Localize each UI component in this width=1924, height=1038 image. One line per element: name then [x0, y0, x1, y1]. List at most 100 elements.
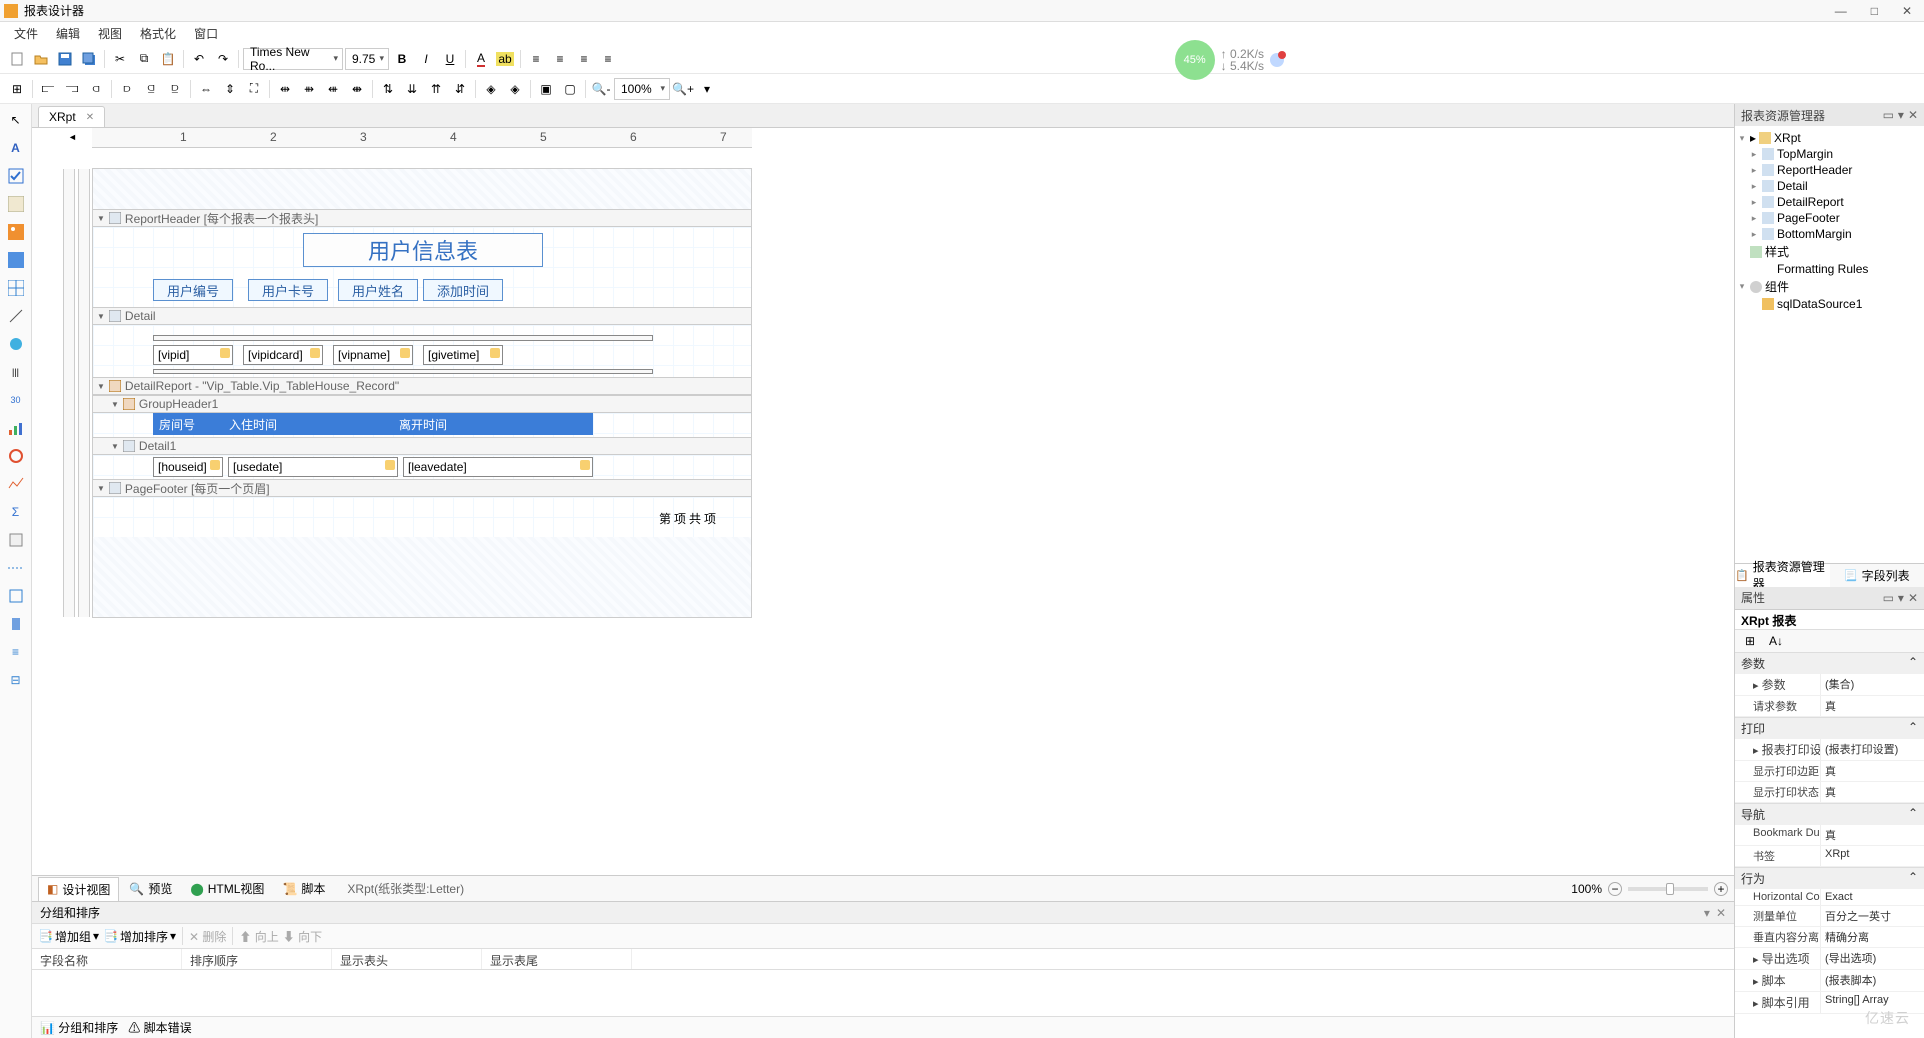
tab-report-explorer[interactable]: 📋 报表资源管理器: [1735, 564, 1830, 587]
align-center-button[interactable]: ≡: [549, 48, 571, 70]
line-tool[interactable]: [4, 304, 28, 328]
property-object[interactable]: XRpt 报表: [1735, 610, 1924, 630]
vspace-dec-button[interactable]: ⇈: [425, 78, 447, 100]
col-sortorder[interactable]: 排序顺序: [182, 949, 332, 969]
copy-button[interactable]: ⧉: [133, 48, 155, 70]
cut-button[interactable]: ✂: [109, 48, 131, 70]
tab-group-sort[interactable]: 📊 分组和排序: [40, 1019, 118, 1036]
zoom-out-button[interactable]: 🔍-: [590, 78, 612, 100]
menu-window[interactable]: 窗口: [188, 23, 224, 44]
panel-tool[interactable]: [4, 248, 28, 272]
tab-field-list[interactable]: 📃 字段列表: [1830, 564, 1924, 587]
redo-button[interactable]: ↷: [212, 48, 234, 70]
checkbox-tool[interactable]: [4, 164, 28, 188]
same-size-button[interactable]: ⛶: [243, 78, 265, 100]
reportheader-band-caption[interactable]: ▼ReportHeader [每个报表一个报表头]: [93, 209, 751, 227]
zoom-out-icon[interactable]: −: [1608, 882, 1622, 896]
barcode-tool[interactable]: |||: [4, 360, 28, 384]
gauge-tool[interactable]: [4, 444, 28, 468]
zoom-drop-button[interactable]: ▾: [696, 78, 718, 100]
label-tool[interactable]: A: [4, 136, 28, 160]
crossbandbox-tool[interactable]: [4, 612, 28, 636]
report-title-label[interactable]: 用户信息表: [303, 233, 543, 267]
field-vipidcard[interactable]: [vipidcard]: [243, 345, 323, 365]
col-showfooter[interactable]: 显示表尾: [482, 949, 632, 969]
align-justify-button[interactable]: ≡: [597, 48, 619, 70]
same-width-button[interactable]: ⇔: [195, 78, 217, 100]
shape-tool[interactable]: [4, 332, 28, 356]
panel-pin-icon[interactable]: ▾: [1704, 906, 1710, 920]
undo-button[interactable]: ↶: [188, 48, 210, 70]
vspace-inc-button[interactable]: ⇊: [401, 78, 423, 100]
underline-button[interactable]: U: [439, 48, 461, 70]
hspace-remove-button[interactable]: ⇼: [346, 78, 368, 100]
menu-edit[interactable]: 编辑: [50, 23, 86, 44]
font-size-select[interactable]: 9.75: [345, 48, 389, 70]
pager-label[interactable]: 第 项 共 项: [654, 507, 721, 530]
field-vipname[interactable]: [vipname]: [333, 345, 413, 365]
prop-categorized-icon[interactable]: ⊞: [1739, 630, 1761, 652]
menu-file[interactable]: 文件: [8, 23, 44, 44]
zoom-select[interactable]: 100%: [614, 78, 670, 100]
tab-design-view[interactable]: ◧设计视图: [38, 877, 119, 901]
paste-button[interactable]: 📋: [157, 48, 179, 70]
add-sort-button[interactable]: 📑增加排序▾: [103, 928, 176, 945]
prop-alphabetical-icon[interactable]: A↓: [1765, 630, 1787, 652]
tab-preview[interactable]: 🔍预览: [121, 877, 180, 900]
align-lefts-button[interactable]: ⫍: [37, 78, 59, 100]
italic-button[interactable]: I: [415, 48, 437, 70]
tab-html-view[interactable]: ⬤HTML视图: [182, 877, 272, 900]
align-centers-button[interactable]: ⫎: [61, 78, 83, 100]
zoom-in-button[interactable]: 🔍+: [672, 78, 694, 100]
richtext-tool[interactable]: [4, 192, 28, 216]
detail-band-caption[interactable]: ▼Detail: [93, 307, 751, 325]
vspace-remove-button[interactable]: ⇵: [449, 78, 471, 100]
chart-tool[interactable]: [4, 416, 28, 440]
table-tool[interactable]: [4, 276, 28, 300]
field-vipid[interactable]: [vipid]: [153, 345, 233, 365]
subreport-tool[interactable]: [4, 528, 28, 552]
explorer-close-icon[interactable]: ✕: [1908, 108, 1918, 122]
crossbandline-tool[interactable]: [4, 584, 28, 608]
header-username[interactable]: 用户姓名: [338, 279, 418, 301]
close-button[interactable]: ✕: [1902, 4, 1912, 18]
menu-format[interactable]: 格式化: [134, 23, 182, 44]
cellular-tool[interactable]: ⊟: [4, 668, 28, 692]
picture-tool[interactable]: [4, 220, 28, 244]
group-header-row[interactable]: 房间号 入住时间 离开时间: [153, 413, 593, 435]
pointer-tool[interactable]: ↖: [4, 108, 28, 132]
header-usercard[interactable]: 用户卡号: [248, 279, 328, 301]
header-addtime[interactable]: 添加时间: [423, 279, 503, 301]
pageinfo-tool[interactable]: ≡: [4, 640, 28, 664]
explorer-window-icon[interactable]: ▭: [1883, 108, 1894, 122]
pivotgrid-tool[interactable]: Σ: [4, 500, 28, 524]
align-left-button[interactable]: ≡: [525, 48, 547, 70]
hspace-inc-button[interactable]: ⇻: [298, 78, 320, 100]
add-group-button[interactable]: 📑增加组▾: [38, 928, 99, 945]
tab-script-errors[interactable]: ⚠ 脚本错误: [128, 1019, 191, 1036]
save-button[interactable]: [54, 48, 76, 70]
move-down-button[interactable]: ⬇ 向下: [283, 928, 322, 945]
align-right-button[interactable]: ≡: [573, 48, 595, 70]
move-up-button[interactable]: ⬆ 向上: [239, 928, 278, 945]
groupheader-band-caption[interactable]: ▼GroupHeader1: [93, 395, 751, 413]
delete-button[interactable]: ✕ 删除: [189, 928, 226, 945]
saveall-button[interactable]: [78, 48, 100, 70]
col-showheader[interactable]: 显示表头: [332, 949, 482, 969]
font-family-select[interactable]: Times New Ro...: [243, 48, 343, 70]
hspace-equal-button[interactable]: ⇹: [274, 78, 296, 100]
align-tops-button[interactable]: ⫐: [116, 78, 138, 100]
minimize-button[interactable]: —: [1835, 4, 1847, 18]
zipcode-tool[interactable]: 30: [4, 388, 28, 412]
doc-tab[interactable]: XRpt ✕: [38, 106, 105, 127]
field-usedate[interactable]: [usedate]: [228, 457, 398, 477]
bold-button[interactable]: B: [391, 48, 413, 70]
font-color-button[interactable]: A: [470, 48, 492, 70]
zoom-slider[interactable]: [1628, 887, 1708, 891]
tab-script[interactable]: 📜脚本: [274, 877, 333, 900]
zoom-in-icon[interactable]: +: [1714, 882, 1728, 896]
maximize-button[interactable]: □: [1871, 4, 1878, 18]
field-houseid[interactable]: [houseid]: [153, 457, 223, 477]
field-givetime[interactable]: [givetime]: [423, 345, 503, 365]
align-rights-button[interactable]: ⫏: [85, 78, 107, 100]
